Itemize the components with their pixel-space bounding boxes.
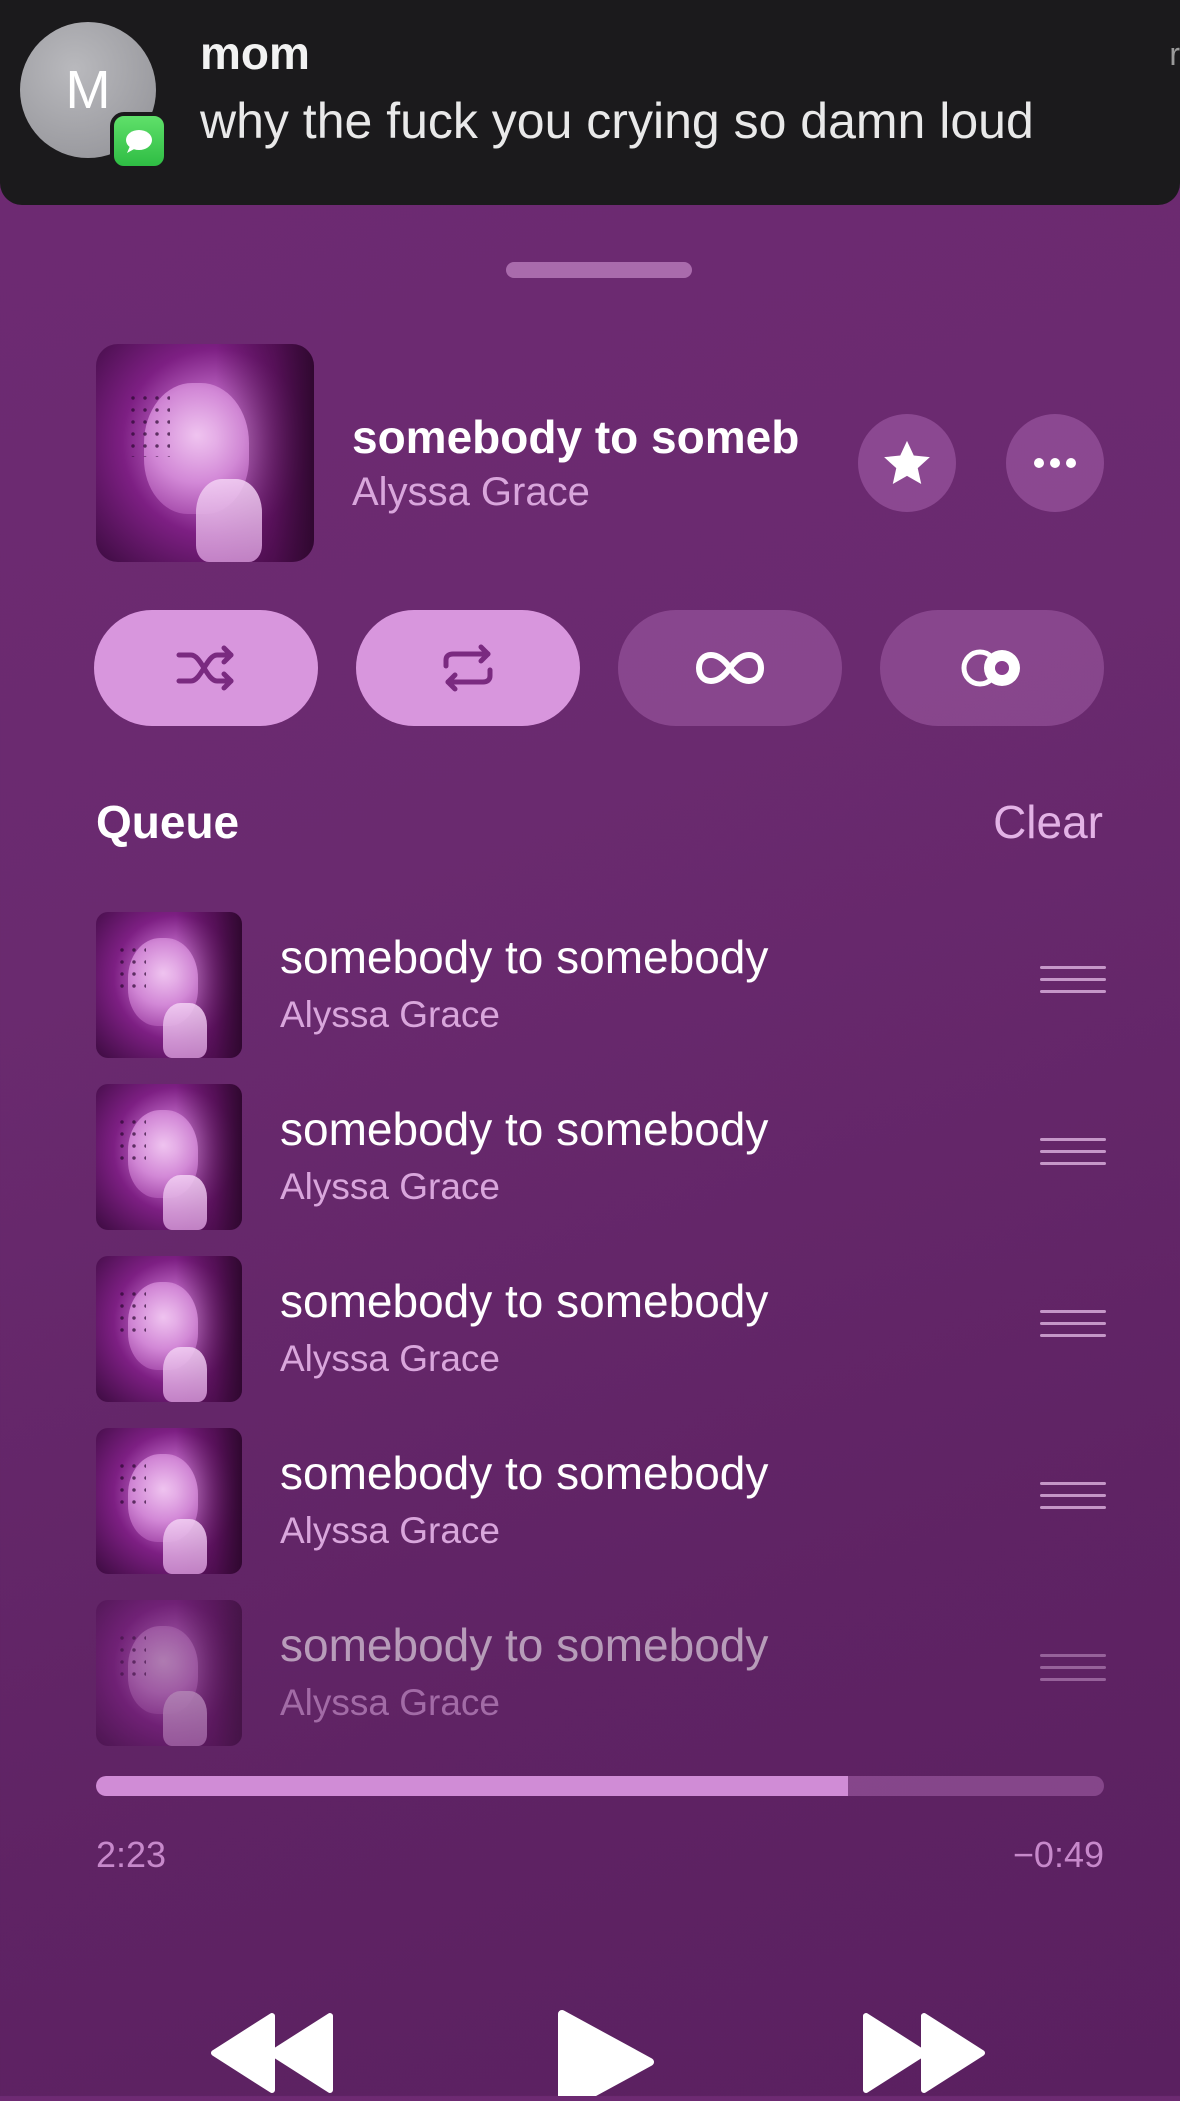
messages-app-icon	[110, 112, 168, 170]
notification-message: why the fuck you crying so damn loud	[200, 93, 1034, 149]
notification-timestamp-clipped: r	[1169, 36, 1180, 72]
playback-progress-fill	[96, 1776, 848, 1796]
rewind-icon	[211, 2013, 333, 2093]
now-playing-artist[interactable]: Alyssa Grace	[352, 470, 590, 515]
queue-item-title: somebody to somebody	[280, 1447, 769, 1499]
queue-item[interactable]: somebody to somebody Alyssa Grace	[96, 1256, 1106, 1402]
favorite-button[interactable]	[858, 414, 956, 512]
elapsed-time: 2:23	[96, 1834, 167, 1875]
clear-queue-button[interactable]: Clear	[993, 795, 1103, 849]
queue-item[interactable]: somebody to somebody Alyssa Grace	[96, 1600, 1106, 1746]
queue-item-artist: Alyssa Grace	[280, 1510, 501, 1551]
queue-item-artwork	[96, 1084, 242, 1230]
queue-item-artist: Alyssa Grace	[280, 994, 501, 1035]
reorder-handle-icon[interactable]	[1040, 1138, 1106, 1178]
play-icon	[558, 2010, 654, 2101]
queue-item-artwork	[96, 912, 242, 1058]
sheet-grabber[interactable]	[506, 262, 692, 278]
shuffle-button[interactable]	[94, 610, 318, 726]
avatar-initial: M	[65, 60, 111, 120]
queue-item-title: somebody to somebody	[280, 1619, 769, 1671]
reorder-handle-icon[interactable]	[1040, 966, 1106, 1006]
infinity-icon	[695, 651, 765, 685]
autoplay-button[interactable]	[880, 610, 1104, 726]
repeat-button[interactable]	[356, 610, 580, 726]
queue-item-artwork	[96, 1600, 242, 1746]
shuffle-icon	[176, 645, 234, 691]
star-icon	[884, 440, 930, 484]
queue-item[interactable]: somebody to somebody Alyssa Grace	[96, 1428, 1106, 1574]
queue-item-artwork	[96, 1428, 242, 1574]
reorder-handle-icon[interactable]	[1040, 1482, 1106, 1522]
queue-item-title: somebody to somebody	[280, 1103, 769, 1155]
now-playing-title: somebody to someb	[352, 411, 800, 463]
reorder-handle-icon[interactable]	[1040, 1654, 1106, 1694]
repeat-icon	[443, 644, 493, 692]
queue-item[interactable]: somebody to somebody Alyssa Grace	[96, 912, 1106, 1058]
queue-item-artist: Alyssa Grace	[280, 1338, 501, 1379]
notification-sender: mom	[200, 27, 310, 79]
queue-heading: Queue	[96, 796, 240, 848]
queue-item-title: somebody to somebody	[280, 931, 769, 983]
queue-item[interactable]: somebody to somebody Alyssa Grace	[96, 1084, 1106, 1230]
queue-item-artist: Alyssa Grace	[280, 1682, 501, 1723]
queue-item-title: somebody to somebody	[280, 1275, 769, 1327]
fast-forward-icon	[863, 2013, 985, 2093]
autoplay-icon	[961, 649, 1020, 687]
message-notification[interactable]: M mom why the fuck you crying so damn lo…	[0, 0, 1180, 205]
infinity-button[interactable]	[618, 610, 842, 726]
next-button[interactable]	[862, 2010, 986, 2101]
reorder-handle-icon[interactable]	[1040, 1310, 1106, 1350]
remaining-time: −0:49	[1012, 1834, 1104, 1875]
playback-scrubber[interactable]	[96, 1776, 1104, 1796]
more-button[interactable]	[1006, 414, 1104, 512]
queue-item-artist: Alyssa Grace	[280, 1166, 501, 1207]
previous-button[interactable]	[210, 2010, 334, 2101]
ellipsis-icon	[1034, 458, 1076, 468]
play-button[interactable]	[556, 2010, 656, 2101]
queue-item-artwork	[96, 1256, 242, 1402]
now-playing-artwork	[96, 344, 314, 562]
